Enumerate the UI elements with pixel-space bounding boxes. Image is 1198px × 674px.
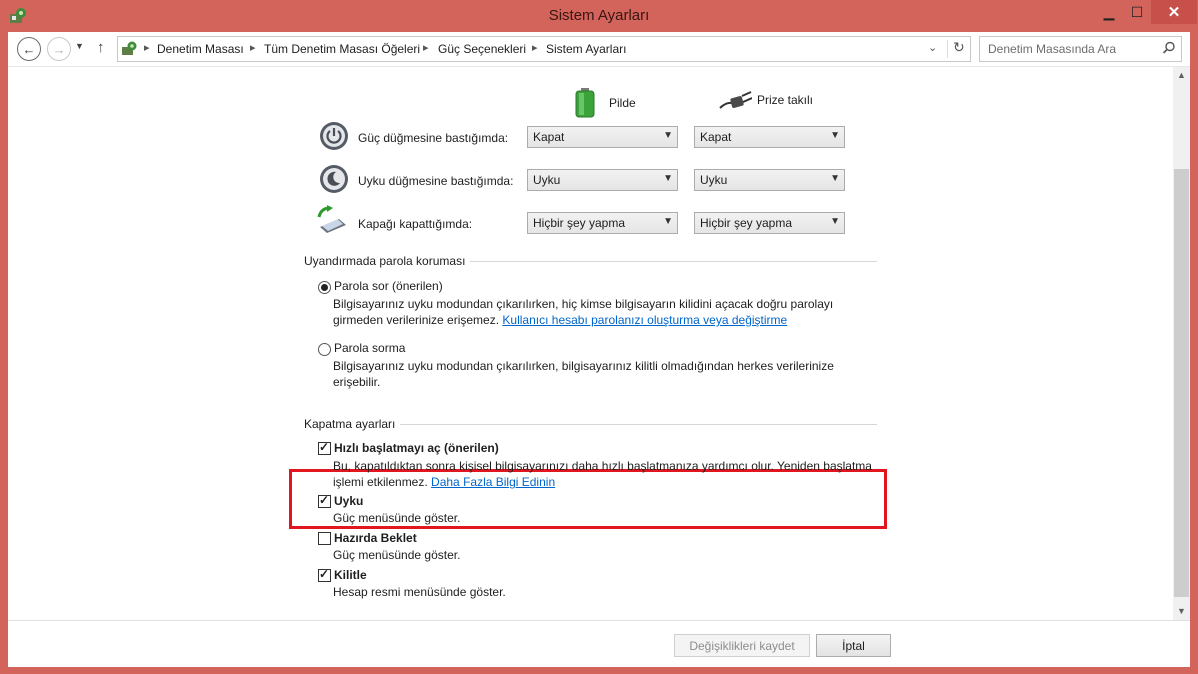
fast-startup-desc-text: işlemi etkilenmez. <box>333 475 428 489</box>
hibernate-checkbox[interactable] <box>318 532 331 545</box>
no-password-desc: Bilgisayarınız uyku modundan çıkarılırke… <box>333 359 834 373</box>
learn-more-link[interactable]: Daha Fazla Bilgi Edinin <box>431 475 555 489</box>
breadcrumb-all-items[interactable]: Tüm Denetim Masası Öğeleri <box>264 42 420 56</box>
refresh-icon[interactable]: ↻ <box>953 39 965 56</box>
power-button-battery-select[interactable]: Kapat ▼ <box>527 126 678 148</box>
fast-startup-checkbox[interactable]: ✓ <box>318 440 331 455</box>
chevron-down-icon: ▼ <box>830 216 840 227</box>
up-arrow-icon[interactable]: ↑ <box>97 39 105 56</box>
fast-startup-desc: Bu, kapatıldıktan sonra kişisel bilgisay… <box>333 459 872 473</box>
require-password-desc-text: girmeden verilerinize erişemez. <box>333 313 500 327</box>
plugged-label: Prize takılı <box>757 93 814 107</box>
power-button-plugged-select[interactable]: Kapat ▼ <box>694 126 845 148</box>
shutdown-group-title: Kapatma ayarları <box>304 417 401 431</box>
check-icon: ✓ <box>319 567 330 581</box>
column-header-battery: Pilde <box>574 88 636 118</box>
title-bar: Sistem Ayarları ▁ ☐ ✕ <box>0 0 1198 32</box>
chevron-down-icon: ▼ <box>830 173 840 184</box>
sleep-label[interactable]: Uyku <box>334 494 363 508</box>
laptop-lid-icon <box>317 205 346 233</box>
sleep-button-battery-select[interactable]: Uyku ▼ <box>527 169 678 191</box>
window-title: Sistem Ayarları <box>548 7 650 24</box>
no-password-desc-line2: erişebilir. <box>333 375 381 389</box>
address-bar[interactable]: ▸ Denetim Masası ▸ Tüm Denetim Masası Öğ… <box>117 36 971 62</box>
check-icon: ✓ <box>319 440 330 454</box>
search-placeholder: Denetim Masasında Ara <box>988 42 1117 56</box>
select-value: Uyku <box>700 173 728 187</box>
radio-dot <box>321 284 328 291</box>
lock-checkbox[interactable]: ✓ <box>318 567 331 582</box>
recent-locations-icon[interactable]: ▼ <box>75 41 84 51</box>
power-button-icon <box>320 122 348 150</box>
content-area: Pilde Prize takılı Güç düğmesine bastığı… <box>8 67 1173 620</box>
search-input[interactable]: Denetim Masasında Ara <box>979 36 1182 62</box>
chevron-down-icon[interactable]: ⌄ <box>928 41 937 54</box>
chevron-right-icon[interactable]: ▸ <box>250 41 256 54</box>
require-password-desc: Bilgisayarınız uyku modundan çıkarılırke… <box>333 297 834 311</box>
hibernate-label[interactable]: Hazırda Beklet <box>334 531 417 545</box>
breadcrumb-control-panel[interactable]: Denetim Masası <box>157 42 244 56</box>
chevron-right-icon[interactable]: ▸ <box>532 41 538 54</box>
maximize-button[interactable]: ☐ <box>1123 0 1151 24</box>
chevron-right-icon[interactable]: ▸ <box>423 41 429 54</box>
navigation-bar: ← → ▼ ↑ ▸ Denetim Masası ▸ Tüm Denetim M… <box>8 32 1190 67</box>
search-icon[interactable] <box>1162 41 1176 55</box>
chevron-down-icon: ▼ <box>830 130 840 141</box>
vertical-scrollbar[interactable]: ▲ ▼ <box>1173 67 1190 620</box>
select-value: Kapat <box>533 130 565 144</box>
require-password-radio[interactable] <box>318 281 331 294</box>
lid-close-plugged-select[interactable]: Hiçbir şey yapma ▼ <box>694 212 845 234</box>
back-button[interactable]: ← <box>17 37 41 61</box>
require-password-desc-line2: girmeden verilerinize erişemez. Kullanıc… <box>333 312 787 328</box>
check-icon: ✓ <box>319 493 330 507</box>
breadcrumb-power-options[interactable]: Güç Seçenekleri <box>438 42 526 56</box>
close-button[interactable]: ✕ <box>1151 0 1197 24</box>
require-password-label[interactable]: Parola sor (önerilen) <box>334 279 443 293</box>
lock-label[interactable]: Kilitle <box>334 568 367 582</box>
clipped-text <box>318 67 533 70</box>
select-value: Hiçbir şey yapma <box>533 216 626 230</box>
column-header-plugged: Prize takılı <box>718 88 813 112</box>
chevron-right-icon[interactable]: ▸ <box>144 41 150 54</box>
chevron-down-icon: ▼ <box>663 173 673 184</box>
sleep-desc: Güç menüsünde göster. <box>333 511 461 525</box>
lock-desc: Hesap resmi menüsünde göster. <box>333 585 506 599</box>
scrollbar-thumb[interactable] <box>1174 169 1189 597</box>
save-changes-button[interactable]: Değişiklikleri kaydet <box>674 634 810 657</box>
chevron-down-icon: ▼ <box>663 130 673 141</box>
select-value: Uyku <box>533 173 561 187</box>
fast-startup-desc-line2: işlemi etkilenmez. Daha Fazla Bilgi Edin… <box>333 474 555 490</box>
battery-icon <box>575 88 595 118</box>
no-password-radio[interactable] <box>318 343 331 356</box>
sleep-checkbox[interactable]: ✓ <box>318 493 331 508</box>
power-button-label: Güç düğmesine bastığımda: <box>358 131 509 145</box>
chevron-down-icon: ▼ <box>663 216 673 227</box>
lid-close-label: Kapağı kapattığımda: <box>358 217 473 231</box>
select-value: Kapat <box>700 130 732 144</box>
create-password-link[interactable]: Kullanıcı hesabı parolanızı oluşturma ve… <box>502 313 787 327</box>
control-panel-icon <box>122 41 137 55</box>
no-password-label[interactable]: Parola sorma <box>334 341 405 355</box>
sleep-button-label: Uyku düğmesine bastığımda: <box>358 174 514 188</box>
cancel-button[interactable]: İptal <box>816 634 891 657</box>
select-value: Hiçbir şey yapma <box>700 216 793 230</box>
scroll-up-icon[interactable]: ▲ <box>1173 67 1190 84</box>
minimize-button[interactable]: ▁ <box>1095 0 1123 24</box>
power-plug-icon <box>719 91 752 109</box>
hibernate-desc: Güç menüsünde göster. <box>333 548 461 562</box>
scroll-down-icon[interactable]: ▼ <box>1173 603 1190 620</box>
breadcrumb-system-settings[interactable]: Sistem Ayarları <box>546 42 626 56</box>
battery-label: Pilde <box>609 96 636 110</box>
fast-startup-label[interactable]: Hızlı başlatmayı aç (önerilen) <box>334 441 499 455</box>
lid-close-battery-select[interactable]: Hiçbir şey yapma ▼ <box>527 212 678 234</box>
sleep-button-icon <box>320 165 348 193</box>
password-group-title: Uyandırmada parola koruması <box>304 254 471 268</box>
sleep-button-plugged-select[interactable]: Uyku ▼ <box>694 169 845 191</box>
footer-bar: Değişiklikleri kaydet İptal <box>8 620 1190 667</box>
divider <box>947 40 948 58</box>
window-client: ← → ▼ ↑ ▸ Denetim Masası ▸ Tüm Denetim M… <box>8 32 1190 667</box>
forward-button[interactable]: → <box>47 37 71 61</box>
